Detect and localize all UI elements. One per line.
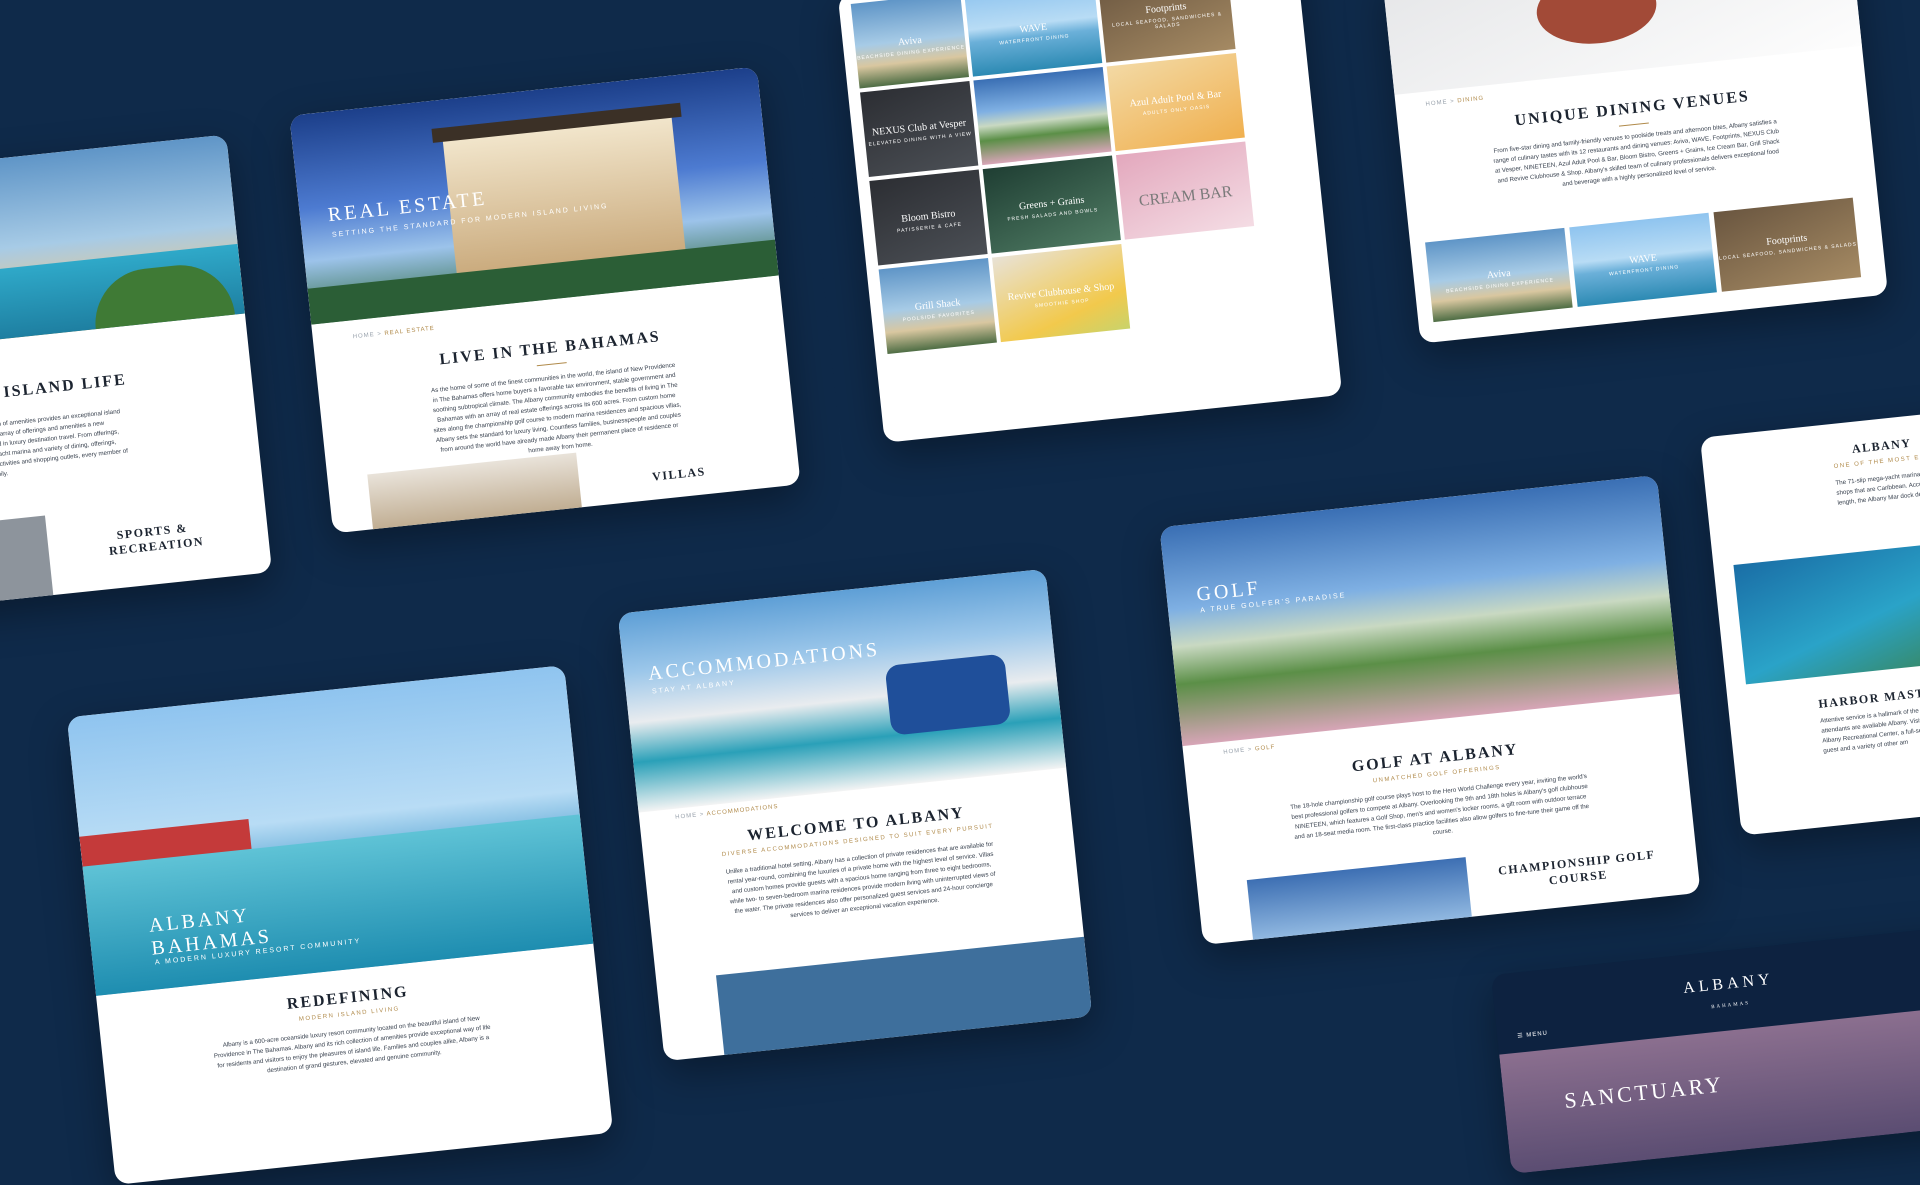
breadcrumb: HOME > GOLF (1223, 744, 1276, 756)
tile-cream-bar[interactable]: CREAM BAR (1115, 141, 1255, 240)
accommodations-hero: ACCOMMODATIONS STAY AT ALBANY (617, 568, 1067, 813)
harbor-title: ALBANY (1851, 435, 1913, 456)
breadcrumb-home[interactable]: HOME (353, 332, 376, 340)
tile-wave[interactable]: WAVE WATERFRONT DINING (1569, 212, 1717, 307)
tile-footprints[interactable]: Footprints LOCAL SEAFOOD, SANDWICHES & S… (1713, 197, 1862, 292)
divider (1618, 122, 1649, 127)
albany-hero: ALBANY BAHAMAS A MODERN LUXURY RESORT CO… (66, 665, 594, 996)
menu-icon: ☰ (1517, 1033, 1525, 1040)
island-life-photo (0, 515, 54, 602)
breadcrumb: HOME > REAL ESTATE (352, 325, 436, 341)
tile-azul[interactable]: Azul Adult Pool & Bar ADULTS ONLY OASIS (1106, 52, 1245, 152)
tile-greens-grains[interactable]: Greens + Grains FRESH SALADS AND BOWLS (982, 155, 1121, 254)
golf-course-photo (1246, 857, 1473, 945)
card-real-estate: REAL ESTATE SETTING THE STANDARD FOR MOD… (289, 66, 801, 534)
tile-nexus[interactable]: NEXUS Club at Vesper ELEVATED DINING WIT… (860, 80, 979, 178)
island-life-title: OF ISLAND LIFE (0, 371, 128, 404)
logo-sub: BAHAMAS (1711, 1001, 1751, 1011)
real-estate-hero: REAL ESTATE SETTING THE STANDARD FOR MOD… (289, 66, 779, 325)
tile-center-photo (973, 66, 1112, 166)
dining-body: From five-star dining and family-friendl… (1493, 118, 1780, 188)
menu-button[interactable]: ☰ MENU (1517, 1029, 1548, 1039)
breadcrumb-home[interactable]: HOME (675, 813, 698, 821)
dining-hero (1381, 0, 1862, 95)
breadcrumb-home[interactable]: HOME (1425, 99, 1448, 107)
home-hero-title: SANCTUARY (1563, 1071, 1726, 1114)
card-dining-grid: Aviva BEACHSIDE DINING EXPERIENCE WAVE W… (837, 0, 1343, 443)
island-life-hero (0, 134, 245, 347)
card-dining: HOME > DINING UNIQUE DINING VENUES From … (1381, 0, 1889, 344)
real-estate-body: As the home of some of the finest commun… (430, 361, 682, 455)
breadcrumb: HOME > DINING (1425, 95, 1485, 108)
breadcrumb-current: ACCOMMODATIONS (706, 803, 779, 818)
tile-aviva[interactable]: Aviva BEACHSIDE DINING EXPERIENCE (1425, 227, 1573, 323)
accommodations-band (716, 936, 1093, 1062)
villas-photo (367, 452, 583, 534)
breadcrumb-current: GOLF (1254, 744, 1276, 753)
tile-footprints[interactable]: Footprints LOCAL SEAFOOD, SANDWICHES & S… (1097, 0, 1236, 63)
logo[interactable]: ALBANY BAHAMAS (1682, 971, 1776, 1016)
tile-revive[interactable]: Revive Clubhouse & Shop SMOOTHIE SHOP (992, 243, 1131, 343)
harbor-body: The 71-slip mega-yacht marina buildings … (1835, 467, 1920, 507)
card-accommodations: ACCOMMODATIONS STAY AT ALBANY HOME > ACC… (617, 568, 1093, 1062)
breadcrumb-home[interactable]: HOME (1223, 748, 1246, 756)
island-life-body: collection of amenities provides an exce… (0, 408, 129, 480)
divider (536, 362, 567, 367)
tile-grill-shack[interactable]: Grill Shack POOLSIDE FAVORITES (878, 258, 997, 355)
island-life-subsection: SPORTS & RECREATION (108, 520, 205, 558)
tile-wave[interactable]: WAVE WATERFRONT DINING (964, 0, 1103, 77)
breadcrumb-current: DINING (1457, 95, 1485, 105)
harbor-photo (1733, 533, 1920, 685)
real-estate-subsection: VILLAS (651, 464, 707, 484)
golf-subsection: CHAMPIONSHIP GOLF COURSE (1497, 847, 1656, 888)
menu-label: MENU (1526, 1030, 1549, 1039)
tile-name: CREAM BAR (1138, 183, 1234, 210)
card-harbor: ALBANY ONE OF THE MOST ENG The 71-slip m… (1699, 404, 1920, 836)
card-albany: ALBANY BAHAMAS A MODERN LUXURY RESORT CO… (66, 665, 614, 1185)
tile-aviva[interactable]: Aviva BEACHSIDE DINING EXPERIENCE (850, 0, 970, 89)
card-home: ☰ MENU ALBANY BAHAMAS SANCTUARY (1490, 925, 1920, 1175)
logo-text: ALBANY (1682, 970, 1775, 998)
tile-bloom[interactable]: Bloom Bistro PATISSERIE & CAFE (869, 169, 988, 266)
home-hero: SANCTUARY (1499, 1005, 1920, 1175)
card-island-life: OF ISLAND LIFE collection of amenities p… (0, 134, 273, 606)
golf-hero: GOLF A TRUE GOLFER'S PARADISE (1159, 475, 1680, 747)
breadcrumb-current: REAL ESTATE (384, 325, 436, 337)
accommodations-hero-title: ACCOMMODATIONS (646, 638, 882, 685)
card-golf: GOLF A TRUE GOLFER'S PARADISE HOME > GOL… (1159, 475, 1701, 945)
